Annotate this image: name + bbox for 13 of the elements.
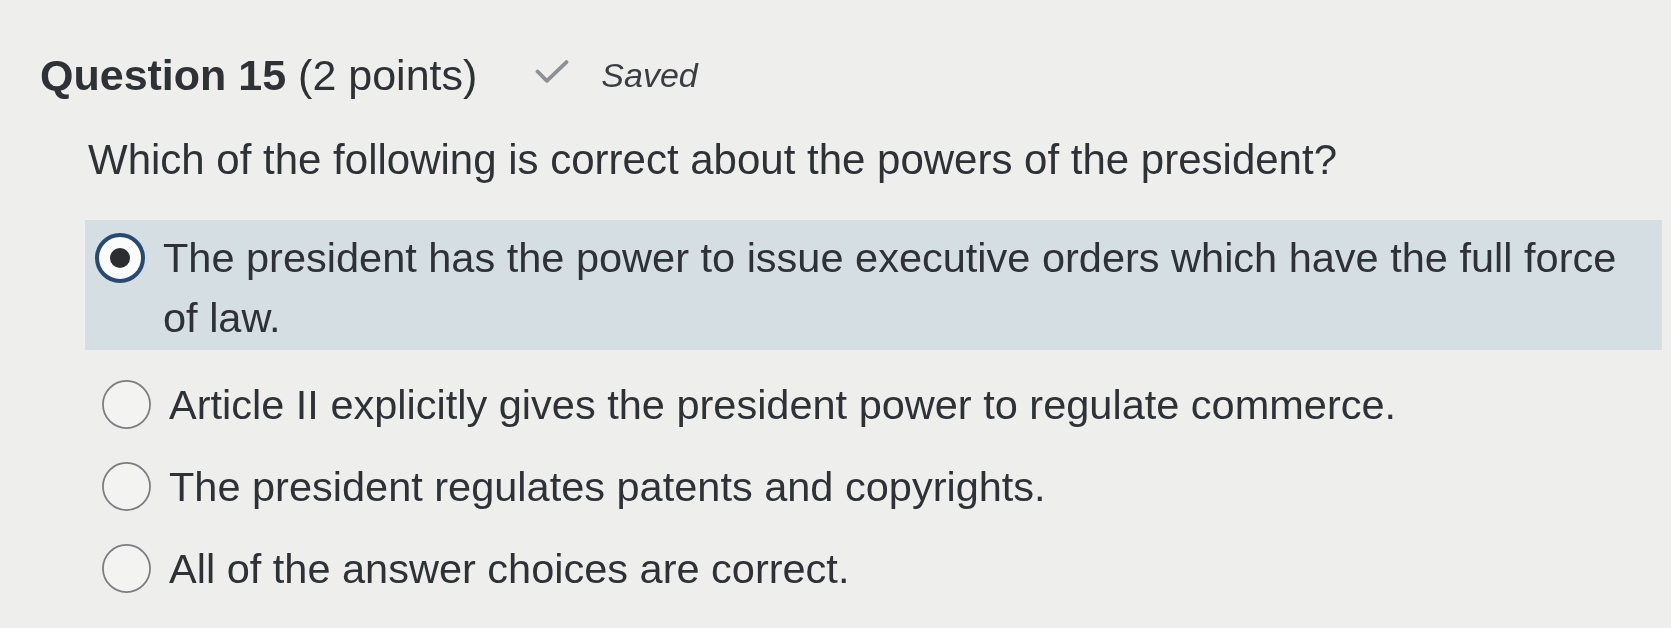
radio-button[interactable]	[94, 232, 146, 284]
question-heading: Question 15 (2 points)	[40, 50, 478, 101]
radio-button[interactable]	[101, 543, 152, 594]
radio-button[interactable]	[101, 379, 152, 430]
answer-text: Article II explicitly gives the president power to regulate commerce.	[169, 380, 1397, 430]
check-icon	[535, 58, 570, 84]
selected-answer-row[interactable]: The president has the power to issue executive orders which have the full force of law.	[85, 220, 1662, 350]
radio-button[interactable]	[101, 461, 152, 512]
answer-text: The president regulates patents and copyrights.	[169, 462, 1046, 512]
question-text: Which of the following is correct about the powers of the president?	[88, 135, 1338, 185]
saved-status: Saved	[601, 55, 698, 96]
answer-text: All of the answer choices are correct.	[169, 544, 850, 594]
answer-text: The president has the power to issue executive orders which have the full force of law.	[163, 233, 1618, 343]
